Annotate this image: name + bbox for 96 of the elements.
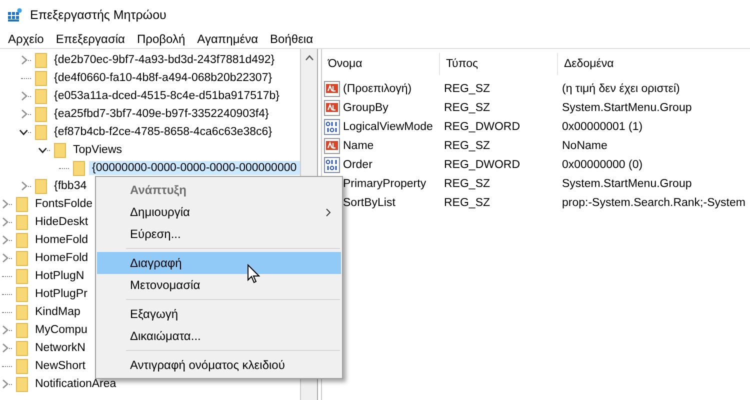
registry-icon	[8, 8, 22, 22]
menu-item[interactable]: Εύρεση...	[97, 223, 341, 245]
value-data: prop:-System.Search.Rank;-System	[562, 196, 746, 208]
folder-icon	[16, 250, 28, 266]
chevron-right-icon[interactable]	[2, 199, 9, 209]
menu-bar-item[interactable]: Επεξεργασία	[50, 32, 131, 46]
folder-icon	[35, 52, 47, 68]
value-data: (η τιμή δεν έχει οριστεί)	[562, 82, 680, 94]
chevron-down-icon[interactable]	[19, 128, 28, 136]
value-type: REG_SZ	[444, 82, 490, 94]
folder-icon	[16, 322, 28, 338]
menu-item[interactable]: Διαγραφή	[97, 252, 341, 274]
value-type: REG_DWORD	[444, 158, 520, 170]
folder-icon	[16, 232, 28, 248]
folder-icon	[35, 88, 47, 104]
value-type: REG_SZ	[444, 178, 490, 190]
folder-icon	[16, 286, 28, 302]
value-data: NoName	[562, 140, 608, 152]
folder-icon	[54, 142, 66, 158]
value-name: LogicalViewMode	[343, 120, 433, 132]
tree-item[interactable]: {00000000-0000-0000-0000-000000000	[89, 161, 300, 175]
tree-item[interactable]: FontsFolde	[32, 197, 96, 211]
folder-icon	[35, 124, 47, 140]
chevron-right-icon[interactable]	[2, 217, 9, 227]
tree-item[interactable]: {de2b70ec-9bf7-4a93-bd3d-243f7881d492}	[51, 53, 278, 67]
tree-item[interactable]: NetworkN	[32, 341, 88, 355]
menu-item[interactable]: Αντιγραφή ονόματος κλειδιού	[97, 354, 341, 376]
tree-item[interactable]: KindMap	[32, 305, 84, 319]
chevron-right-icon[interactable]	[2, 325, 9, 335]
binary-value-icon	[324, 156, 340, 172]
folder-icon	[16, 340, 28, 356]
menu-item[interactable]: Μετονομασία	[97, 274, 341, 296]
tree-item[interactable]: NewShort	[32, 359, 88, 373]
tree-item[interactable]: HotPlugN	[32, 269, 88, 283]
value-data: System.StartMenu.Group	[562, 102, 692, 114]
value-type: REG_SZ	[444, 102, 490, 114]
value-type: REG_SZ	[444, 140, 490, 152]
value-type: REG_SZ	[444, 196, 490, 208]
menu-bar-item[interactable]: Αγαπημένα	[191, 32, 264, 46]
tree-item[interactable]: {ea25fbd7-3bf7-409e-b97f-3352240903f4}	[51, 107, 272, 121]
tree-item[interactable]: MyCompu	[32, 323, 90, 337]
chevron-right-icon[interactable]	[21, 181, 28, 191]
chevron-right-icon[interactable]	[2, 253, 9, 263]
value-data: 0x00000001 (1)	[562, 120, 643, 132]
tree-item[interactable]: HomeFold	[32, 251, 92, 265]
value-type: REG_DWORD	[444, 120, 520, 132]
value-data: 0x00000000 (0)	[562, 158, 643, 170]
folder-icon	[16, 268, 28, 284]
scroll-up-icon[interactable]	[304, 55, 314, 61]
value-data: System.StartMenu.Group	[562, 178, 692, 190]
tree-item[interactable]: HomeFold	[32, 233, 92, 247]
menu-item[interactable]: Εξαγωγή	[97, 303, 341, 325]
string-value-icon	[324, 80, 340, 96]
chevron-right-icon[interactable]	[21, 55, 28, 65]
value-name: GroupBy	[343, 102, 388, 114]
value-name: (Προεπιλογή)	[343, 82, 412, 94]
value-name: PrimaryProperty	[343, 178, 426, 190]
mouse-cursor-icon	[247, 264, 260, 284]
value-name: Name	[343, 140, 374, 152]
tree-item[interactable]: HideDeskt	[32, 215, 92, 229]
folder-icon	[16, 196, 28, 212]
chevron-right-icon[interactable]	[2, 343, 9, 353]
menu-bar-item[interactable]: Αρχείο	[2, 32, 50, 46]
chevron-down-icon[interactable]	[38, 146, 48, 154]
tree-item[interactable]: HotPlugPr	[32, 287, 90, 301]
column-header[interactable]: Δεδομένα	[558, 53, 750, 75]
chevron-right-icon[interactable]	[2, 379, 9, 389]
tree-item[interactable]: {fbb34	[51, 179, 90, 193]
folder-icon	[16, 304, 28, 320]
menu-bar-item[interactable]: Βοήθεια	[264, 32, 320, 46]
binary-value-icon	[324, 118, 340, 134]
folder-icon	[35, 70, 47, 86]
tree-item[interactable]: {de4f0660-fa10-4b8f-a494-068b20b22307}	[51, 71, 276, 85]
folder-icon	[35, 106, 47, 122]
folder-icon	[16, 214, 28, 230]
tree-item[interactable]: NotificationArea	[32, 377, 120, 391]
column-header[interactable]: Τύπος	[440, 53, 558, 75]
chevron-right-icon[interactable]	[21, 91, 28, 101]
menu-bar-item[interactable]: Προβολή	[130, 32, 192, 46]
column-header[interactable]: Όνομα	[322, 53, 440, 75]
menu-item[interactable]: Δικαιώματα...	[97, 325, 341, 347]
tree-item[interactable]: {e053a11a-dced-4515-8c4e-d51ba917517b}	[51, 89, 283, 103]
folder-icon	[16, 376, 28, 392]
window-title: Επεξεργαστής Μητρώου	[30, 8, 166, 22]
value-name: SortByList	[343, 196, 396, 208]
folder-icon	[73, 160, 85, 176]
chevron-right-icon[interactable]	[2, 235, 9, 245]
folder-icon	[16, 358, 28, 374]
menu-item[interactable]: Δημιουργία	[97, 201, 341, 223]
string-value-icon	[324, 100, 340, 116]
value-name: Order	[343, 158, 372, 170]
chevron-right-icon[interactable]	[21, 109, 28, 119]
string-value-icon	[324, 138, 340, 154]
folder-icon	[35, 178, 47, 194]
tree-item[interactable]: {ef87b4cb-f2ce-4785-8658-4ca6c63e38c6}	[51, 125, 276, 139]
tree-item[interactable]: TopViews	[70, 143, 126, 157]
